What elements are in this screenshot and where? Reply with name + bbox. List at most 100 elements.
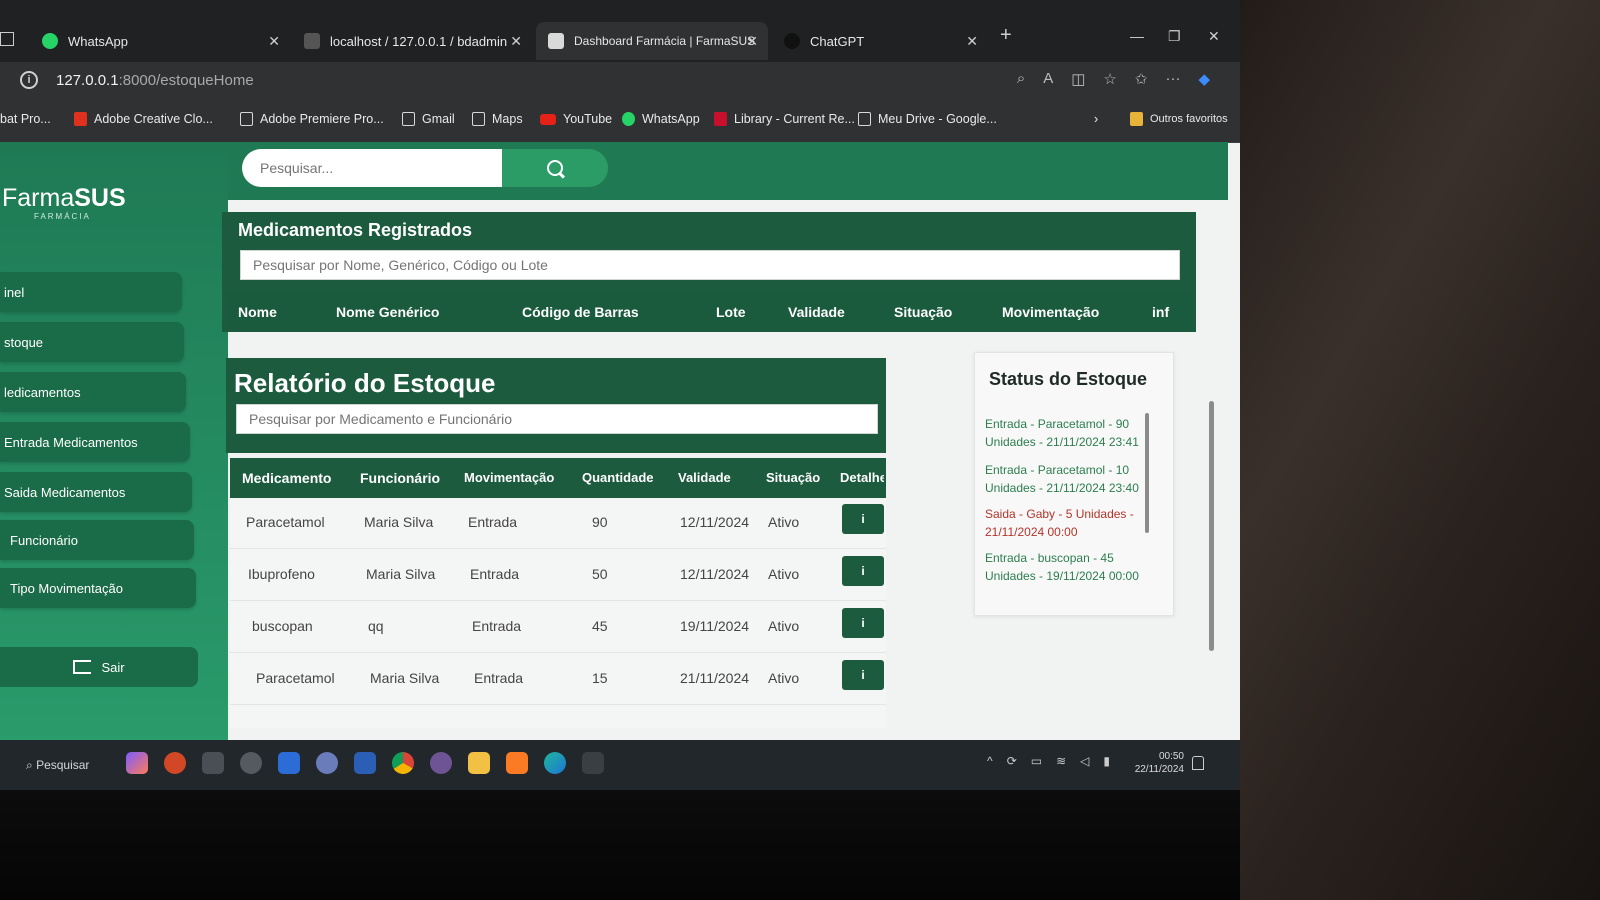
- minimize-icon[interactable]: —: [1130, 28, 1144, 44]
- cell-medicamento: buscopan: [252, 618, 313, 634]
- bookmark-drive[interactable]: Meu Drive - Google...: [858, 112, 997, 126]
- wifi-icon[interactable]: ≋: [1056, 754, 1066, 768]
- github-app-icon[interactable]: [430, 752, 452, 774]
- powerpoint-app-icon[interactable]: [164, 752, 186, 774]
- search-input[interactable]: [242, 149, 502, 187]
- info-icon[interactable]: i: [20, 71, 38, 89]
- restore-icon[interactable]: ❐: [1168, 28, 1181, 45]
- column-lote[interactable]: Lote: [716, 304, 746, 320]
- close-icon[interactable]: ✕: [966, 33, 978, 50]
- page-scrollbar[interactable]: [1208, 156, 1216, 676]
- logout-button[interactable]: Sair: [0, 647, 198, 687]
- chevron-up-icon[interactable]: ^: [987, 754, 993, 768]
- favorite-star-icon[interactable]: ☆: [1103, 70, 1116, 88]
- bookmark-acrobat[interactable]: bat Pro...: [0, 112, 51, 126]
- column-detalhe[interactable]: Detalhe: [840, 470, 884, 485]
- word-app-icon[interactable]: [354, 752, 376, 774]
- clock[interactable]: 00:50 22/11/2024: [1135, 750, 1184, 776]
- tab-phpmyadmin[interactable]: localhost / 127.0.0.1 / bdadmin ✕: [292, 22, 532, 60]
- tab-chatgpt[interactable]: ChatGPT ✕: [772, 22, 988, 60]
- other-favorites[interactable]: Outros favoritos: [1130, 112, 1228, 126]
- sidebar-toggle-icon[interactable]: [0, 32, 14, 46]
- split-screen-icon[interactable]: ◫: [1071, 70, 1085, 88]
- logout-icon: [73, 660, 92, 674]
- sidebar-item-medicamentos[interactable]: ledicamentos: [0, 372, 186, 412]
- column-validade[interactable]: Validade: [788, 304, 845, 320]
- favorites-icon[interactable]: ✩: [1135, 70, 1148, 88]
- column-movimentacao[interactable]: Movimentação: [464, 470, 554, 485]
- chevron-right-icon[interactable]: ›: [1094, 112, 1098, 126]
- cell-validade: 19/11/2024: [680, 618, 750, 634]
- detail-button[interactable]: i: [842, 504, 884, 534]
- tab-dashboard[interactable]: Dashboard Farmácia | FarmaSUS ✕: [536, 22, 768, 60]
- read-aloud-icon[interactable]: A: [1043, 70, 1053, 88]
- detail-button[interactable]: i: [842, 660, 884, 690]
- terminal-app-icon[interactable]: [582, 752, 604, 774]
- status-scrollbar[interactable]: [1145, 413, 1149, 533]
- sidebar-item-saida[interactable]: Saida Medicamentos: [0, 472, 192, 512]
- column-validade[interactable]: Validade: [678, 470, 731, 485]
- column-quantidade[interactable]: Quantidade: [582, 470, 654, 485]
- tab-whatsapp[interactable]: WhatsApp ✕: [30, 22, 290, 60]
- cell-medicamento: Paracetamol: [246, 514, 325, 530]
- taskbar-search[interactable]: ⌕ Pesquisar: [26, 758, 89, 773]
- close-icon[interactable]: ✕: [746, 33, 758, 50]
- column-info[interactable]: inf: [1152, 304, 1169, 320]
- store-app-icon[interactable]: [202, 752, 224, 774]
- bookmark-premiere[interactable]: Adobe Premiere Pro...: [240, 112, 384, 126]
- gear-app-icon[interactable]: [316, 752, 338, 774]
- detail-button[interactable]: i: [842, 556, 884, 586]
- column-nome[interactable]: Nome: [238, 304, 277, 320]
- bookmark-maps[interactable]: Maps: [472, 112, 523, 126]
- copilot-app-icon[interactable]: [126, 752, 148, 774]
- cell-funcionario: qq: [368, 618, 384, 634]
- close-window-icon[interactable]: ✕: [1208, 28, 1220, 45]
- bookmark-adobe-cc[interactable]: Adobe Creative Clo...: [74, 112, 213, 126]
- bookmark-whatsapp[interactable]: WhatsApp: [622, 112, 700, 126]
- sidebar-item-estoque[interactable]: stoque: [0, 322, 184, 362]
- sidebar-item-tipo-movimentacao[interactable]: Tipo Movimentação: [0, 568, 196, 608]
- sidebar-item-painel[interactable]: inel: [0, 272, 182, 312]
- sidebar-item-funcionario[interactable]: Funcionário: [0, 520, 194, 560]
- address-bar[interactable]: i 127.0.0.1:8000/estoqueHome ⌕ A ◫ ☆ ✩ ·…: [0, 62, 1240, 102]
- whatsapp-icon: [622, 112, 635, 126]
- detail-button[interactable]: i: [842, 608, 884, 638]
- more-icon[interactable]: ···: [1165, 70, 1180, 88]
- chrome-app-icon[interactable]: [392, 752, 414, 774]
- search-button[interactable]: [502, 149, 608, 187]
- sync-icon[interactable]: ⟳: [1007, 754, 1017, 768]
- url-text[interactable]: 127.0.0.1:8000/estoqueHome: [56, 72, 254, 89]
- column-nome-generico[interactable]: Nome Genérico: [336, 304, 439, 320]
- column-codigo-barras[interactable]: Código de Barras: [522, 304, 639, 320]
- battery-icon[interactable]: ▮: [1103, 754, 1110, 768]
- bookmark-youtube[interactable]: YouTube: [540, 112, 612, 126]
- medicamentos-panel: Medicamentos Registrados Nome Nome Genér…: [222, 212, 1196, 332]
- bookmark-gmail[interactable]: Gmail: [402, 112, 455, 126]
- column-situacao[interactable]: Situação: [894, 304, 952, 320]
- copilot-icon[interactable]: ◆: [1198, 70, 1210, 88]
- keyboard-icon[interactable]: ▭: [1031, 754, 1042, 768]
- edge-app-icon[interactable]: [544, 752, 566, 774]
- zoom-icon[interactable]: ⌕: [1017, 70, 1025, 88]
- column-movimentacao[interactable]: Movimentação: [1002, 304, 1099, 320]
- xampp-app-icon[interactable]: [506, 752, 528, 774]
- volume-icon[interactable]: ◁: [1080, 754, 1089, 768]
- clock-time: 00:50: [1158, 751, 1184, 762]
- sidebar-item-entrada[interactable]: Entrada Medicamentos: [0, 422, 190, 462]
- outlook-app-icon[interactable]: [278, 752, 300, 774]
- new-tab-icon[interactable]: +: [1000, 24, 1012, 47]
- medicamentos-search-input[interactable]: [240, 250, 1180, 280]
- settings-app-icon[interactable]: [240, 752, 262, 774]
- bookmark-library[interactable]: Library - Current Re...: [714, 112, 855, 126]
- close-icon[interactable]: ✕: [510, 33, 522, 50]
- notification-icon[interactable]: [1192, 756, 1204, 770]
- relatorio-search-input[interactable]: [236, 404, 878, 434]
- cell-validade: 12/11/2024: [680, 514, 750, 530]
- column-situacao[interactable]: Situação: [766, 470, 820, 485]
- column-funcionario[interactable]: Funcionário: [360, 470, 440, 486]
- adobe-icon: [74, 112, 87, 126]
- file-explorer-app-icon[interactable]: [468, 752, 490, 774]
- close-icon[interactable]: ✕: [268, 33, 280, 50]
- scrollbar-thumb[interactable]: [1209, 401, 1214, 651]
- column-medicamento[interactable]: Medicamento: [242, 470, 331, 486]
